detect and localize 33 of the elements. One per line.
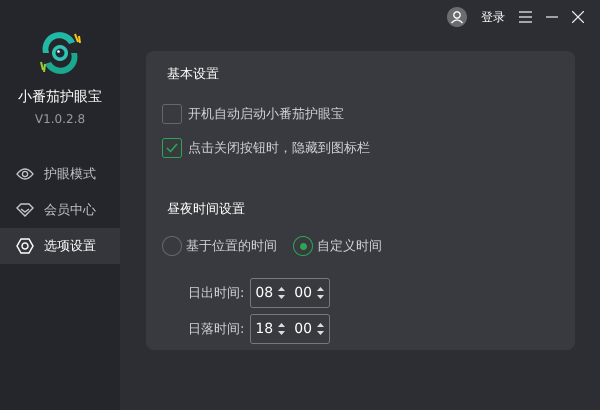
radio-label: 自定义时间: [317, 238, 382, 255]
time-label: 日落时间:: [188, 321, 244, 338]
nav-item[interactable]: 护眼模式: [0, 156, 120, 192]
time-picker[interactable]: 18 00: [250, 314, 330, 344]
section-title: 基本设置: [167, 66, 220, 83]
spinner-arrows-icon[interactable]: [316, 321, 326, 337]
checkbox[interactable]: [162, 104, 182, 124]
spinner-arrows-icon[interactable]: [277, 321, 286, 337]
radio-label: 基于位置的时间: [186, 238, 277, 255]
time-label: 日出时间:: [188, 285, 244, 302]
login-link[interactable]: 登录: [481, 8, 505, 26]
section-title: 昼夜时间设置: [167, 201, 246, 218]
checkbox[interactable]: [162, 138, 182, 158]
checkbox-label: 点击关闭按钮时，隐藏到图标栏: [188, 140, 370, 157]
user-avatar-icon[interactable]: [447, 7, 467, 27]
nav-item[interactable]: 选项设置: [0, 228, 120, 264]
spinner-arrows-icon[interactable]: [277, 285, 286, 301]
app-name: 小番茄护眼宝: [18, 88, 102, 106]
menu-icon[interactable]: [519, 11, 532, 23]
checkbox-label: 开机自动启动小番茄护眼宝: [188, 106, 344, 123]
close-icon[interactable]: [572, 11, 584, 23]
minimize-icon[interactable]: [546, 16, 558, 18]
time-picker[interactable]: 08 00: [250, 278, 330, 308]
nav-item[interactable]: 会员中心: [0, 192, 120, 228]
settings-icon: [16, 237, 34, 255]
eye-logo-icon: [37, 30, 83, 76]
app-version: V1.0.2.8: [34, 112, 86, 126]
radio-button[interactable]: [162, 236, 182, 256]
check-icon: [166, 143, 178, 153]
spinner-arrows-icon[interactable]: [316, 285, 326, 301]
radio-button[interactable]: [293, 236, 313, 256]
diamond-icon: [16, 203, 34, 217]
eye-icon: [16, 167, 34, 181]
